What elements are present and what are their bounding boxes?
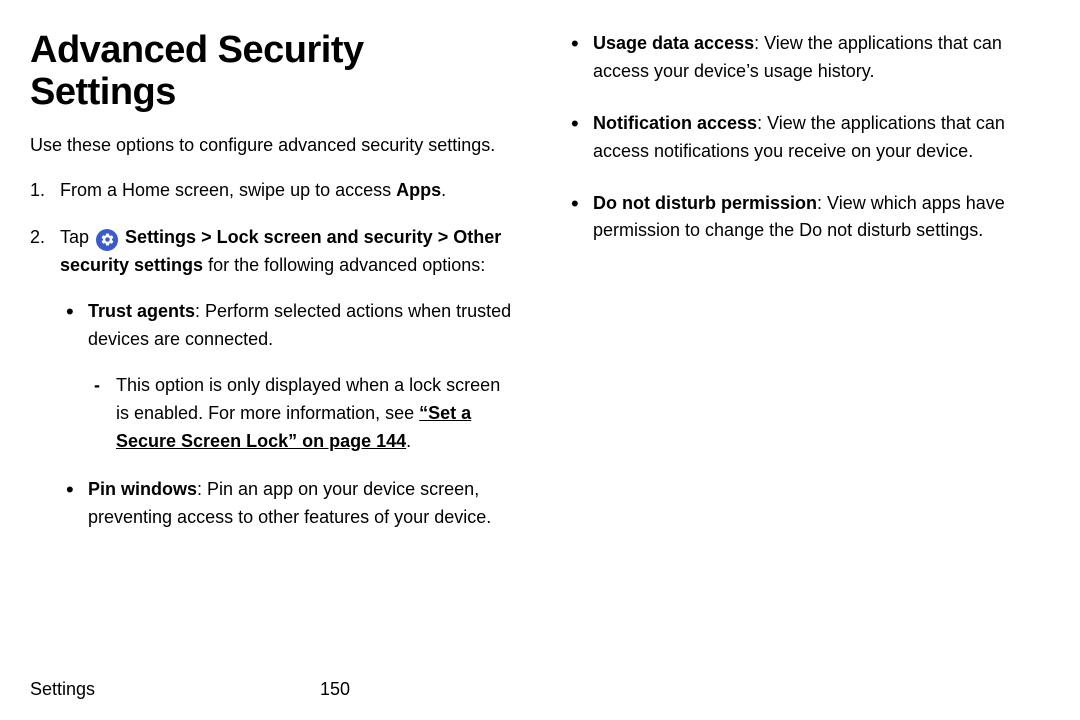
- step-2-settings: Settings: [125, 227, 196, 247]
- steps-list: From a Home screen, swipe up to access A…: [30, 177, 515, 532]
- options-list: Trust agents: Perform selected actions w…: [60, 298, 515, 531]
- step-2-sep1: >: [196, 227, 217, 247]
- trust-agents-notes: This option is only displayed when a loc…: [88, 372, 515, 456]
- option-pin-windows: Pin windows: Pin an app on your device s…: [60, 476, 515, 532]
- step-2-tail: for the following advanced options:: [203, 255, 485, 275]
- options-list-continued: Usage data access: View the applications…: [565, 30, 1050, 245]
- usage-data-title: Usage data access: [593, 33, 754, 53]
- trust-agents-note: This option is only displayed when a loc…: [88, 372, 515, 456]
- footer-section: Settings: [30, 679, 320, 700]
- step-1-text-c: .: [441, 180, 446, 200]
- option-notification-access: Notification access: View the applicatio…: [565, 110, 1050, 166]
- step-2: Tap Settings > Lock screen and security …: [30, 224, 515, 531]
- notification-access-title: Notification access: [593, 113, 757, 133]
- pin-windows-title: Pin windows: [88, 479, 197, 499]
- option-dnd-permission: Do not disturb permission: View which ap…: [565, 190, 1050, 246]
- step-2-text-a: Tap: [60, 227, 94, 247]
- footer-page-number: 150: [320, 679, 350, 700]
- intro-text: Use these options to configure advanced …: [30, 132, 515, 159]
- settings-icon: [96, 229, 118, 251]
- step-1: From a Home screen, swipe up to access A…: [30, 177, 515, 205]
- step-1-apps: Apps: [396, 180, 441, 200]
- option-usage-data: Usage data access: View the applications…: [565, 30, 1050, 86]
- page-title: Advanced Security Settings: [30, 30, 515, 114]
- step-2-sep2: >: [433, 227, 454, 247]
- dnd-permission-title: Do not disturb permission: [593, 193, 817, 213]
- step-2-lockscreen: Lock screen and security: [217, 227, 433, 247]
- trust-note-tail: .: [406, 431, 411, 451]
- step-1-text-a: From a Home screen, swipe up to access: [60, 180, 396, 200]
- page-footer: Settings 150: [30, 679, 1050, 700]
- option-trust-agents: Trust agents: Perform selected actions w…: [60, 298, 515, 455]
- trust-agents-title: Trust agents: [88, 301, 195, 321]
